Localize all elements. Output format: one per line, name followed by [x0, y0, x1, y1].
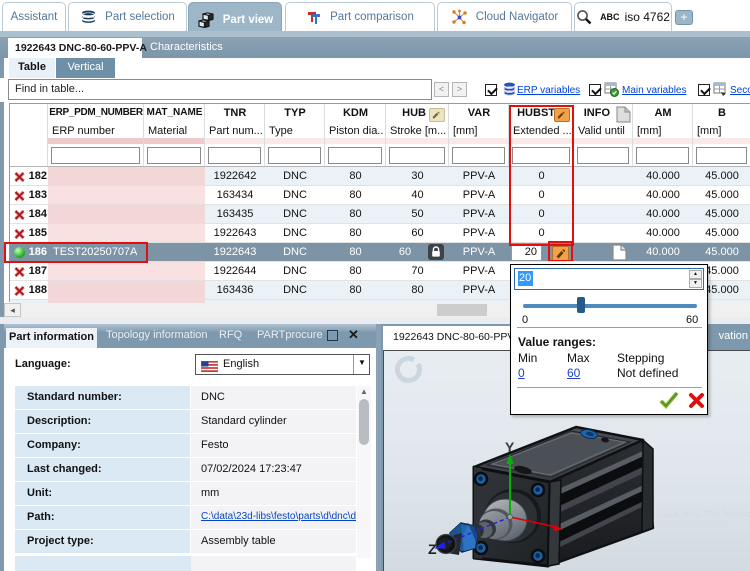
svg-text:CADENAS PARTsolutions: CADENAS PARTsolutions — [657, 509, 750, 519]
svg-text:Y: Y — [505, 439, 515, 455]
svg-text:Z: Z — [428, 541, 437, 557]
svg-text:eCATALOG viewer: eCATALOG viewer — [657, 520, 732, 530]
